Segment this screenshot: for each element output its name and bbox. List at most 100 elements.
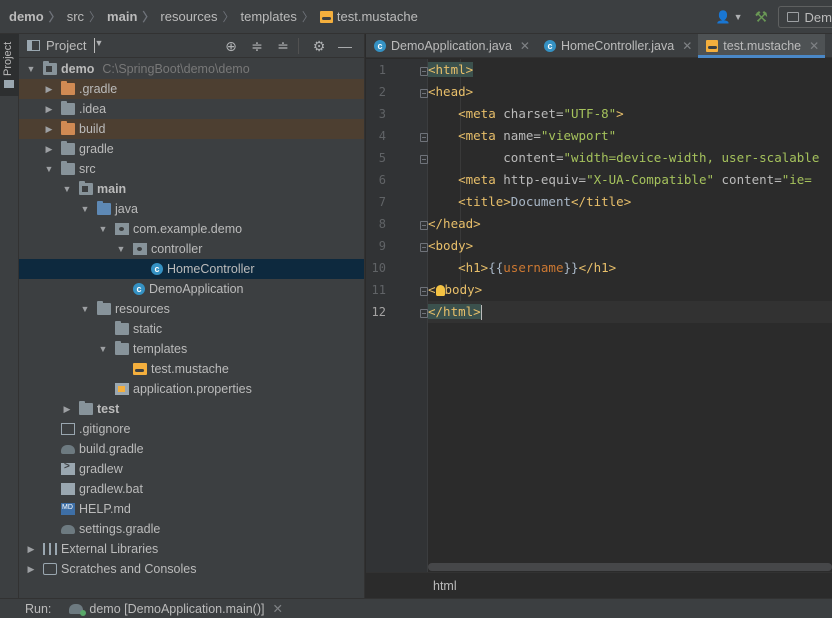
- vcs-user-button[interactable]: 👤 ▼: [716, 10, 743, 24]
- fold-marker-icon[interactable]: [420, 155, 428, 164]
- tree-item-gitignore[interactable]: .gitignore: [19, 419, 364, 439]
- mustache-brace: }}: [563, 260, 579, 275]
- fold-marker-icon[interactable]: [420, 89, 428, 98]
- tab-home-controller[interactable]: c HomeController.java ✕: [536, 34, 698, 58]
- html-tag: <head>: [428, 84, 474, 99]
- code-editor[interactable]: <html> <head> <meta charset="UTF-8"> <me…: [428, 59, 832, 579]
- breadcrumb-item[interactable]: resources 〉: [160, 0, 240, 33]
- attribute-value: "UTF-8": [563, 106, 617, 121]
- tree-item-label: build: [79, 122, 106, 136]
- run-tab-label[interactable]: demo [DemoApplication.main()]: [89, 602, 264, 616]
- close-icon[interactable]: ✕: [520, 39, 530, 53]
- tree-item-gradlew[interactable]: gradlew: [19, 459, 364, 479]
- tree-item-templates[interactable]: ▼ templates: [19, 339, 364, 359]
- tree-item-test[interactable]: ▶ test: [19, 399, 364, 419]
- text-content: Document: [510, 194, 572, 209]
- tab-test-mustache[interactable]: test.mustache ✕: [698, 34, 826, 58]
- navigation-bar: demo 〉 src 〉 main 〉 resources 〉 templates 〉 t…: [0, 0, 832, 34]
- tree-item-help-md[interactable]: HELP.md: [19, 499, 364, 519]
- fold-marker-icon[interactable]: [420, 133, 428, 142]
- code-line: <head>: [428, 81, 832, 103]
- tree-item-src[interactable]: ▼ src: [19, 159, 364, 179]
- tree-item-demo[interactable]: ▼ demo C:\SpringBoot\demo\demo: [19, 59, 364, 79]
- tree-item-gradle[interactable]: ▶ gradle: [19, 139, 364, 159]
- tree-item-main[interactable]: ▼ main: [19, 179, 364, 199]
- tree-item-static[interactable]: static: [19, 319, 364, 339]
- left-tool-strip: Project: [0, 34, 19, 598]
- lightbulb-icon[interactable]: [435, 285, 445, 296]
- project-panel: Project ▼ ⊕ ≑ ≐ ⚙ — ▼ demo C:\SpringBoot\d…: [19, 34, 365, 598]
- tree-item-scratches[interactable]: ▶ Scratches and Consoles: [19, 559, 364, 579]
- minimize-icon[interactable]: —: [332, 38, 358, 54]
- attribute-value: "width=device-width, user-scalable: [563, 150, 820, 165]
- fold-marker-icon[interactable]: [420, 67, 428, 76]
- tree-item-label: java: [115, 202, 138, 216]
- module-folder-icon: [79, 181, 93, 195]
- tree-item-test-mustache[interactable]: test.mustache: [19, 359, 364, 379]
- close-icon[interactable]: ✕: [809, 39, 819, 53]
- tree-item-package[interactable]: ▼ com.example.demo: [19, 219, 364, 239]
- breadcrumb-item[interactable]: demo 〉: [9, 0, 67, 33]
- line-number: 2: [378, 85, 386, 99]
- tree-item-home-controller[interactable]: c HomeController: [19, 259, 364, 279]
- tree-item-idea[interactable]: ▶ .idea: [19, 99, 364, 119]
- breadcrumb-item[interactable]: test.mustache: [319, 0, 418, 33]
- chevron-right-icon: ▶: [45, 123, 53, 134]
- tree-item-java[interactable]: ▼ java: [19, 199, 364, 219]
- gear-icon[interactable]: ⚙: [306, 38, 332, 55]
- code-line: content="width=device-width, user-scalab…: [428, 147, 832, 169]
- excluded-folder-icon: [61, 121, 75, 135]
- chevron-right-icon: 〉: [48, 10, 61, 24]
- tree-item-demo-application[interactable]: c DemoApplication: [19, 279, 364, 299]
- html-tag: <body>: [428, 238, 474, 253]
- tab-demo-application[interactable]: c DemoApplication.java ✕: [366, 34, 536, 58]
- locate-crosshair-icon[interactable]: ⊕: [218, 38, 244, 55]
- run-configuration-select[interactable]: Dem: [778, 6, 832, 28]
- fold-marker-icon[interactable]: [420, 287, 428, 296]
- run-tool-bar: Run: demo [DemoApplication.main()] ✕: [0, 598, 832, 618]
- fold-marker-icon[interactable]: [420, 309, 428, 318]
- tree-item-application-properties[interactable]: application.properties: [19, 379, 364, 399]
- project-tree: ▼ demo C:\SpringBoot\demo\demo ▶ .gradle ▶.…: [19, 59, 364, 579]
- chevron-right-icon: 〉: [89, 10, 102, 24]
- project-view-selector[interactable]: Project ▼: [27, 38, 103, 53]
- breadcrumb-item[interactable]: templates 〉: [241, 0, 320, 33]
- build-hammer-icon[interactable]: ⚒: [755, 8, 768, 26]
- tree-item-gradle-cache[interactable]: ▶ .gradle: [19, 79, 364, 99]
- libraries-icon: [43, 543, 57, 555]
- horizontal-scrollbar[interactable]: [428, 563, 832, 571]
- line-number: 7: [378, 195, 386, 209]
- close-icon[interactable]: ✕: [272, 601, 282, 616]
- breadcrumb-label: test.mustache: [336, 9, 418, 24]
- tree-item-resources[interactable]: ▼ resources: [19, 299, 364, 319]
- attribute-value: "X-UA-Compatible": [586, 172, 714, 187]
- tree-item-build-gradle[interactable]: build.gradle: [19, 439, 364, 459]
- tree-item-label: HomeController: [167, 262, 255, 276]
- tree-item-label: gradlew: [79, 462, 123, 476]
- fold-marker-icon[interactable]: [420, 243, 428, 252]
- html-tag: <html>: [428, 62, 474, 77]
- line-number: 4: [378, 129, 386, 143]
- source-folder-icon: [97, 201, 111, 215]
- tree-item-controller[interactable]: ▼ controller: [19, 239, 364, 259]
- fold-marker-icon[interactable]: [420, 221, 428, 230]
- markdown-file-icon: [61, 503, 75, 515]
- tree-item-external-libraries[interactable]: ▶ External Libraries: [19, 539, 364, 559]
- chevron-right-icon: ▶: [63, 403, 71, 414]
- folder-icon: [115, 341, 129, 355]
- tree-item-label: com.example.demo: [133, 222, 243, 236]
- collapse-all-icon[interactable]: ≐: [270, 38, 296, 55]
- chevron-down-icon: ▼: [80, 204, 90, 214]
- package-icon: [133, 243, 147, 255]
- project-tool-tab[interactable]: Project: [0, 34, 19, 96]
- breadcrumb-item[interactable]: main 〉: [107, 0, 160, 33]
- breadcrumb-item[interactable]: src 〉: [67, 0, 107, 33]
- chevron-right-icon: 〉: [301, 10, 314, 24]
- tree-item-settings-gradle[interactable]: settings.gradle: [19, 519, 364, 539]
- tree-item-build[interactable]: ▶ build: [19, 119, 364, 139]
- editor-breadcrumb-item[interactable]: html: [433, 579, 457, 593]
- tree-item-gradlew-bat[interactable]: gradlew.bat: [19, 479, 364, 499]
- tree-item-label: settings.gradle: [79, 522, 161, 536]
- expand-all-icon[interactable]: ≑: [244, 38, 270, 55]
- close-icon[interactable]: ✕: [682, 39, 692, 53]
